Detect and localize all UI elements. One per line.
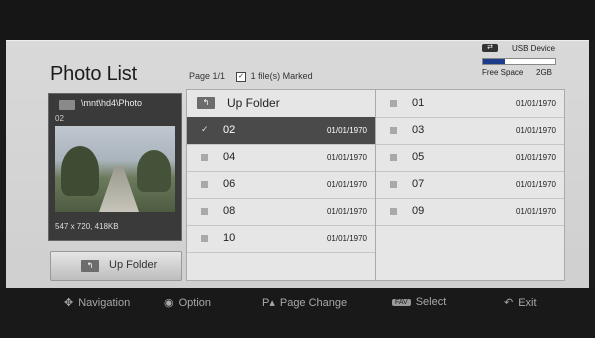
exit-icon: ↶ [504,297,514,309]
up-folder-button-label: Up Folder [109,259,158,271]
file-row-10[interactable]: 10 01/01/1970 [187,225,375,253]
up-folder-row[interactable]: ↰ Up Folder [187,90,375,118]
photo-resolution: 547 x 720, 418KB [55,222,119,231]
usb-device-label: USB Device [512,44,556,53]
up-folder-row-label: Up Folder [227,96,280,110]
folder-path: \mnt\hd4\Photo [81,98,143,108]
page-change-icon: P▴ [262,297,275,309]
nav-exit-label: Exit [518,297,537,309]
nav-select-label: Select [415,296,447,308]
tv-screen: Photo List Page 1/1 ✓ 1 file(s) Marked ⇄… [0,0,595,338]
file-date: 01/01/1970 [326,207,367,216]
file-row-08[interactable]: 08 01/01/1970 [187,198,375,226]
file-date: 01/01/1970 [326,234,367,243]
marked-check-icon: ✓ [201,124,209,134]
folder-icon [59,100,75,110]
file-row-06[interactable]: 06 01/01/1970 [187,171,375,199]
file-date: 01/01/1970 [515,99,556,108]
page-title: Photo List [50,63,137,85]
tree-left [61,146,99,196]
file-name: 05 [412,151,425,163]
folder-up-icon: ↰ [81,260,99,272]
file-name: 02 [223,124,236,136]
file-date: 01/01/1970 [515,126,556,135]
check-icon: ✓ [236,71,247,82]
file-name: 08 [223,205,236,217]
road [99,166,139,212]
checkbox-icon [201,235,208,242]
top-bar [0,0,595,40]
file-name: 06 [223,178,236,190]
file-row-05[interactable]: 05 01/01/1970 [376,144,564,172]
file-date: 01/01/1970 [326,180,367,189]
checkbox-icon [390,208,397,215]
nav-select[interactable]: FAV Select [392,296,446,308]
nav-navigation[interactable]: ✥ Navigation [64,296,130,309]
navigation-arrows-icon: ✥ [64,297,74,309]
file-column-right: 01 01/01/1970 03 01/01/1970 05 01/01/197… [375,90,564,280]
photo-preview: \mnt\hd4\Photo 02 547 x 720, 418KB [48,93,182,241]
marked-count: 1 file(s) Marked [250,71,313,81]
tree-right [137,150,171,192]
up-folder-button[interactable]: ↰ Up Folder [50,251,182,281]
nav-page-change[interactable]: P▴ Page Change [262,296,347,309]
checkbox-icon [390,181,397,188]
checkbox-icon [390,100,397,107]
file-name: 01 [412,97,425,109]
nav-option-label: Option [178,297,212,309]
photo-list-panel: Photo List Page 1/1 ✓ 1 file(s) Marked ⇄… [6,40,589,289]
file-row-03[interactable]: 03 01/01/1970 [376,117,564,145]
nav-page-change-label: Page Change [279,297,348,309]
storage-usage-bar [482,58,556,65]
storage-usage-fill [483,59,505,64]
usb-icon: ⇄ [482,44,498,52]
checkbox-icon [390,127,397,134]
file-date: 01/01/1970 [515,207,556,216]
file-date: 01/01/1970 [515,153,556,162]
free-space-label: Free Space [482,68,524,77]
file-row-09[interactable]: 09 01/01/1970 [376,198,564,226]
file-row-02[interactable]: ✓ 02 01/01/1970 [187,117,375,145]
page-value: 1/1 [212,71,226,81]
fav-badge: FAV [392,298,411,306]
bottom-nav-bar: ✥ Navigation ◉ Option P▴ Page Change FAV Sel… [0,288,595,338]
file-date: 01/01/1970 [515,180,556,189]
folder-up-icon: ↰ [197,97,215,109]
checkbox-icon [201,181,208,188]
preview-file-name: 02 [55,114,64,123]
file-date: 01/01/1970 [326,126,367,135]
file-grid: ↰ Up Folder ✓ 02 01/01/1970 04 01/01/197… [186,89,565,281]
file-row-04[interactable]: 04 01/01/1970 [187,144,375,172]
page-label: Page [189,71,211,81]
file-name: 07 [412,178,425,190]
file-row-07[interactable]: 07 01/01/1970 [376,171,564,199]
usb-device-info: ⇄ USB Device Free Space 2GB [482,44,562,84]
option-dot-icon: ◉ [164,297,174,309]
checkbox-icon [201,208,208,215]
file-name: 10 [223,232,236,244]
file-name: 03 [412,124,425,136]
checkbox-icon [390,154,397,161]
nav-navigation-label: Navigation [78,297,131,309]
file-row-01[interactable]: 01 01/01/1970 [376,90,564,118]
file-date: 01/01/1970 [326,153,367,162]
file-name: 09 [412,205,425,217]
page-info: Page 1/1 ✓ 1 file(s) Marked [189,71,313,82]
file-column-left: ↰ Up Folder ✓ 02 01/01/1970 04 01/01/197… [187,90,375,280]
photo-thumbnail [55,126,175,212]
checkbox-icon [201,154,208,161]
free-space-value: 2GB [536,68,553,77]
nav-option[interactable]: ◉ Option [164,296,211,309]
file-name: 04 [223,151,236,163]
nav-exit[interactable]: ↶ Exit [504,296,537,309]
